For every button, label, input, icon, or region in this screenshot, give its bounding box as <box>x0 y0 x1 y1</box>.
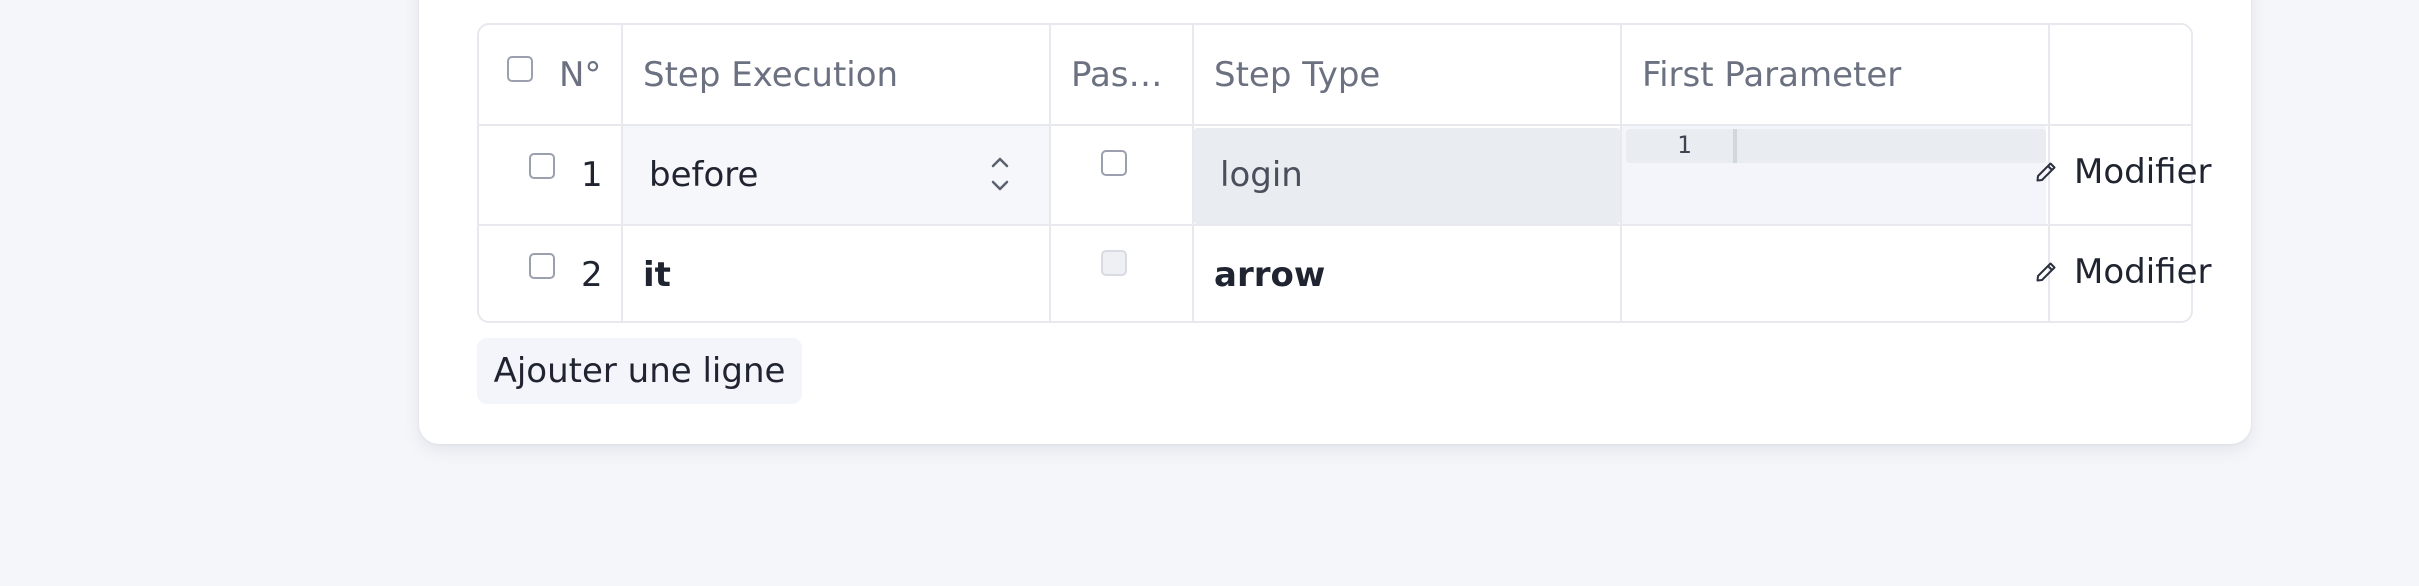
edit-row-button[interactable]: Modifier <box>2034 248 2211 296</box>
pass-checkbox <box>1101 250 1127 276</box>
steps-table: N° Step Execution Pas… Step Type First P… <box>477 23 2193 323</box>
select-all-checkbox[interactable] <box>507 56 533 82</box>
row-checkbox[interactable] <box>529 253 555 279</box>
row-number: 2 <box>581 255 603 295</box>
row-number: 1 <box>581 155 603 195</box>
step-type-value: arrow <box>1214 255 1326 295</box>
row-divider <box>479 224 2191 226</box>
column-header-step-execution[interactable]: Step Execution <box>643 25 1043 125</box>
step-execution-value: it <box>643 255 671 295</box>
edit-row-label: Modifier <box>2074 252 2212 292</box>
step-execution-value: before <box>649 155 759 195</box>
step-type-value: login <box>1220 155 1303 195</box>
edit-row-label: Modifier <box>2074 152 2212 192</box>
pencil-icon <box>2036 262 2056 282</box>
column-header-step-type[interactable]: Step Type <box>1214 25 1614 125</box>
chevron-up-down-icon <box>991 157 1009 191</box>
column-header-number[interactable]: N° <box>559 25 619 125</box>
edit-row-button[interactable]: Modifier <box>2034 148 2211 196</box>
column-header-pass[interactable]: Pas… <box>1071 25 1186 125</box>
editor-gutter-divider <box>1733 129 1737 163</box>
row-checkbox[interactable] <box>529 153 555 179</box>
pass-checkbox[interactable] <box>1101 150 1127 176</box>
column-header-first-parameter[interactable]: First Parameter <box>1642 25 2042 125</box>
add-row-button[interactable]: Ajouter une ligne <box>477 338 802 404</box>
pencil-icon <box>2036 162 2056 182</box>
editor-line-number: 1 <box>1677 131 1692 159</box>
column-divider <box>1049 25 1051 321</box>
